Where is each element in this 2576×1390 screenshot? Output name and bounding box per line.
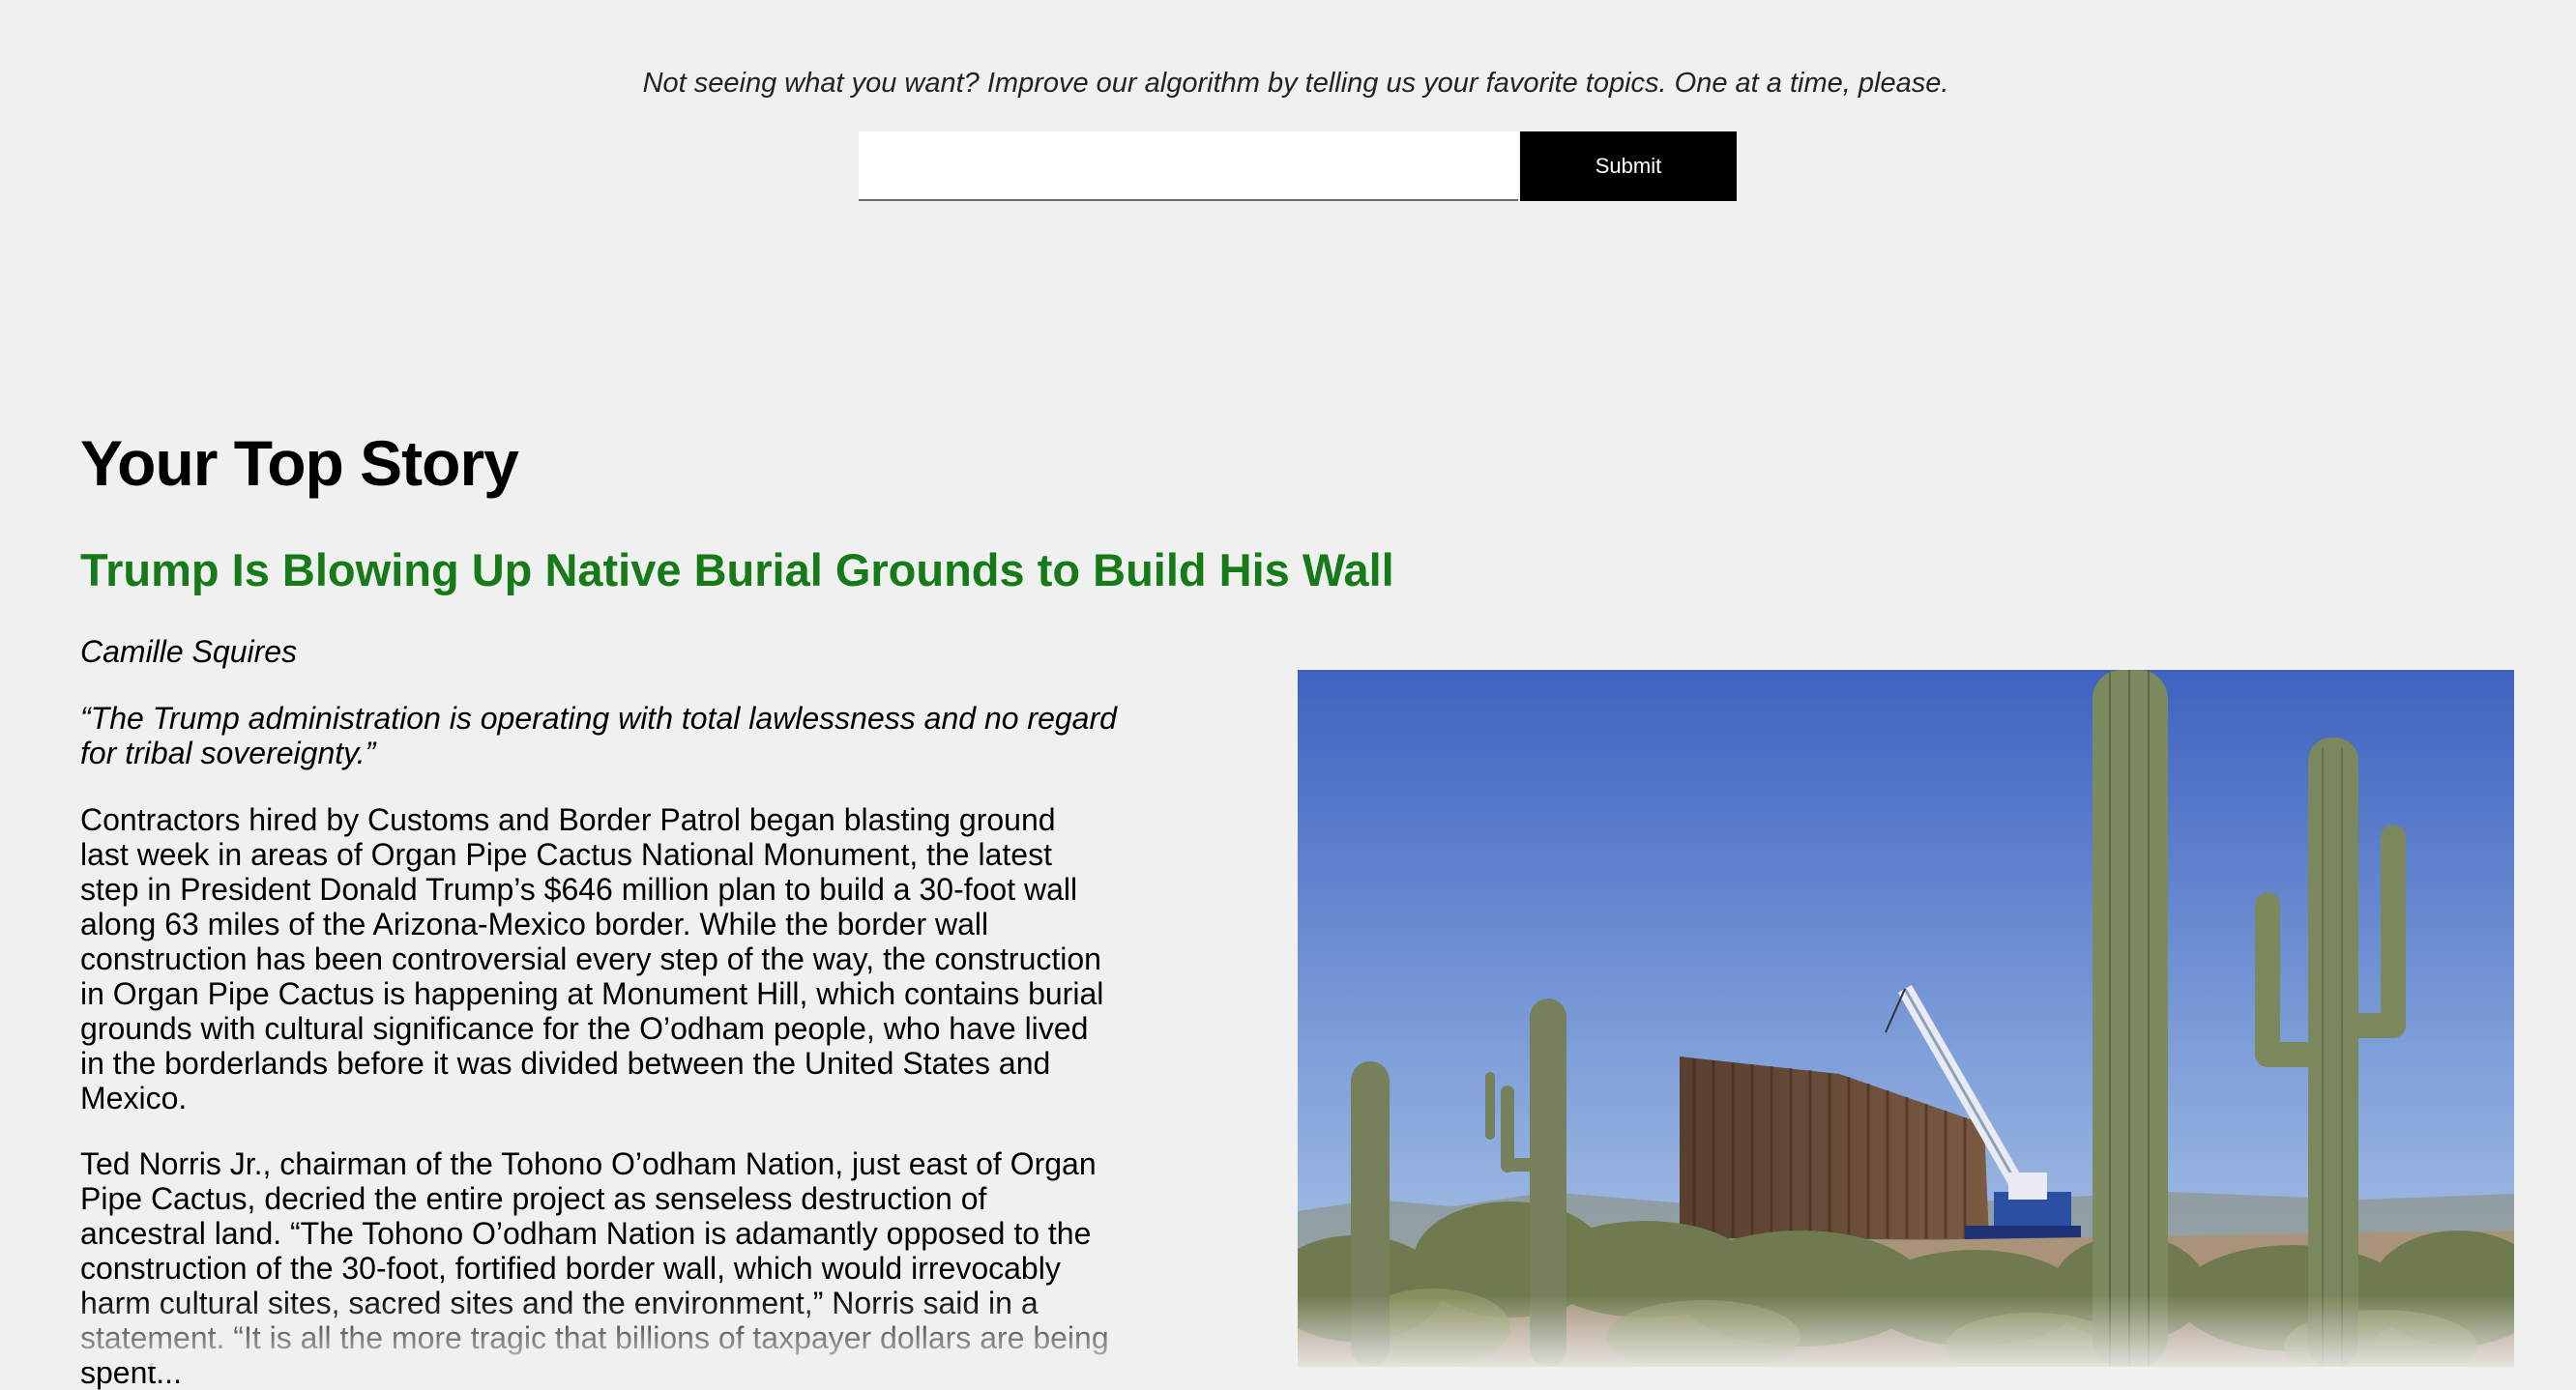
submit-button[interactable]: Submit (1520, 131, 1737, 201)
author-byline: Camille Squires (80, 634, 298, 669)
topics-prompt: Not seeing what you want? Improve our al… (642, 68, 1949, 99)
story-pullquote: “The Trump administration is operating w… (80, 701, 1117, 770)
story-photo (1298, 670, 2514, 1367)
section-heading: Your Top Story (80, 427, 519, 499)
story-headline-link[interactable]: Trump Is Blowing Up Native Burial Ground… (80, 543, 1394, 596)
topic-input[interactable] (859, 131, 1518, 201)
story-photo-illustration (1298, 670, 2514, 1367)
topic-form: Submit (859, 131, 1737, 201)
story-paragraph: Ted Norris Jr., chairman of the Tohono O… (80, 1146, 1109, 1390)
story-paragraph: Contractors hired by Customs and Border … (80, 802, 1104, 1115)
large-saguaro (2093, 670, 2168, 1367)
